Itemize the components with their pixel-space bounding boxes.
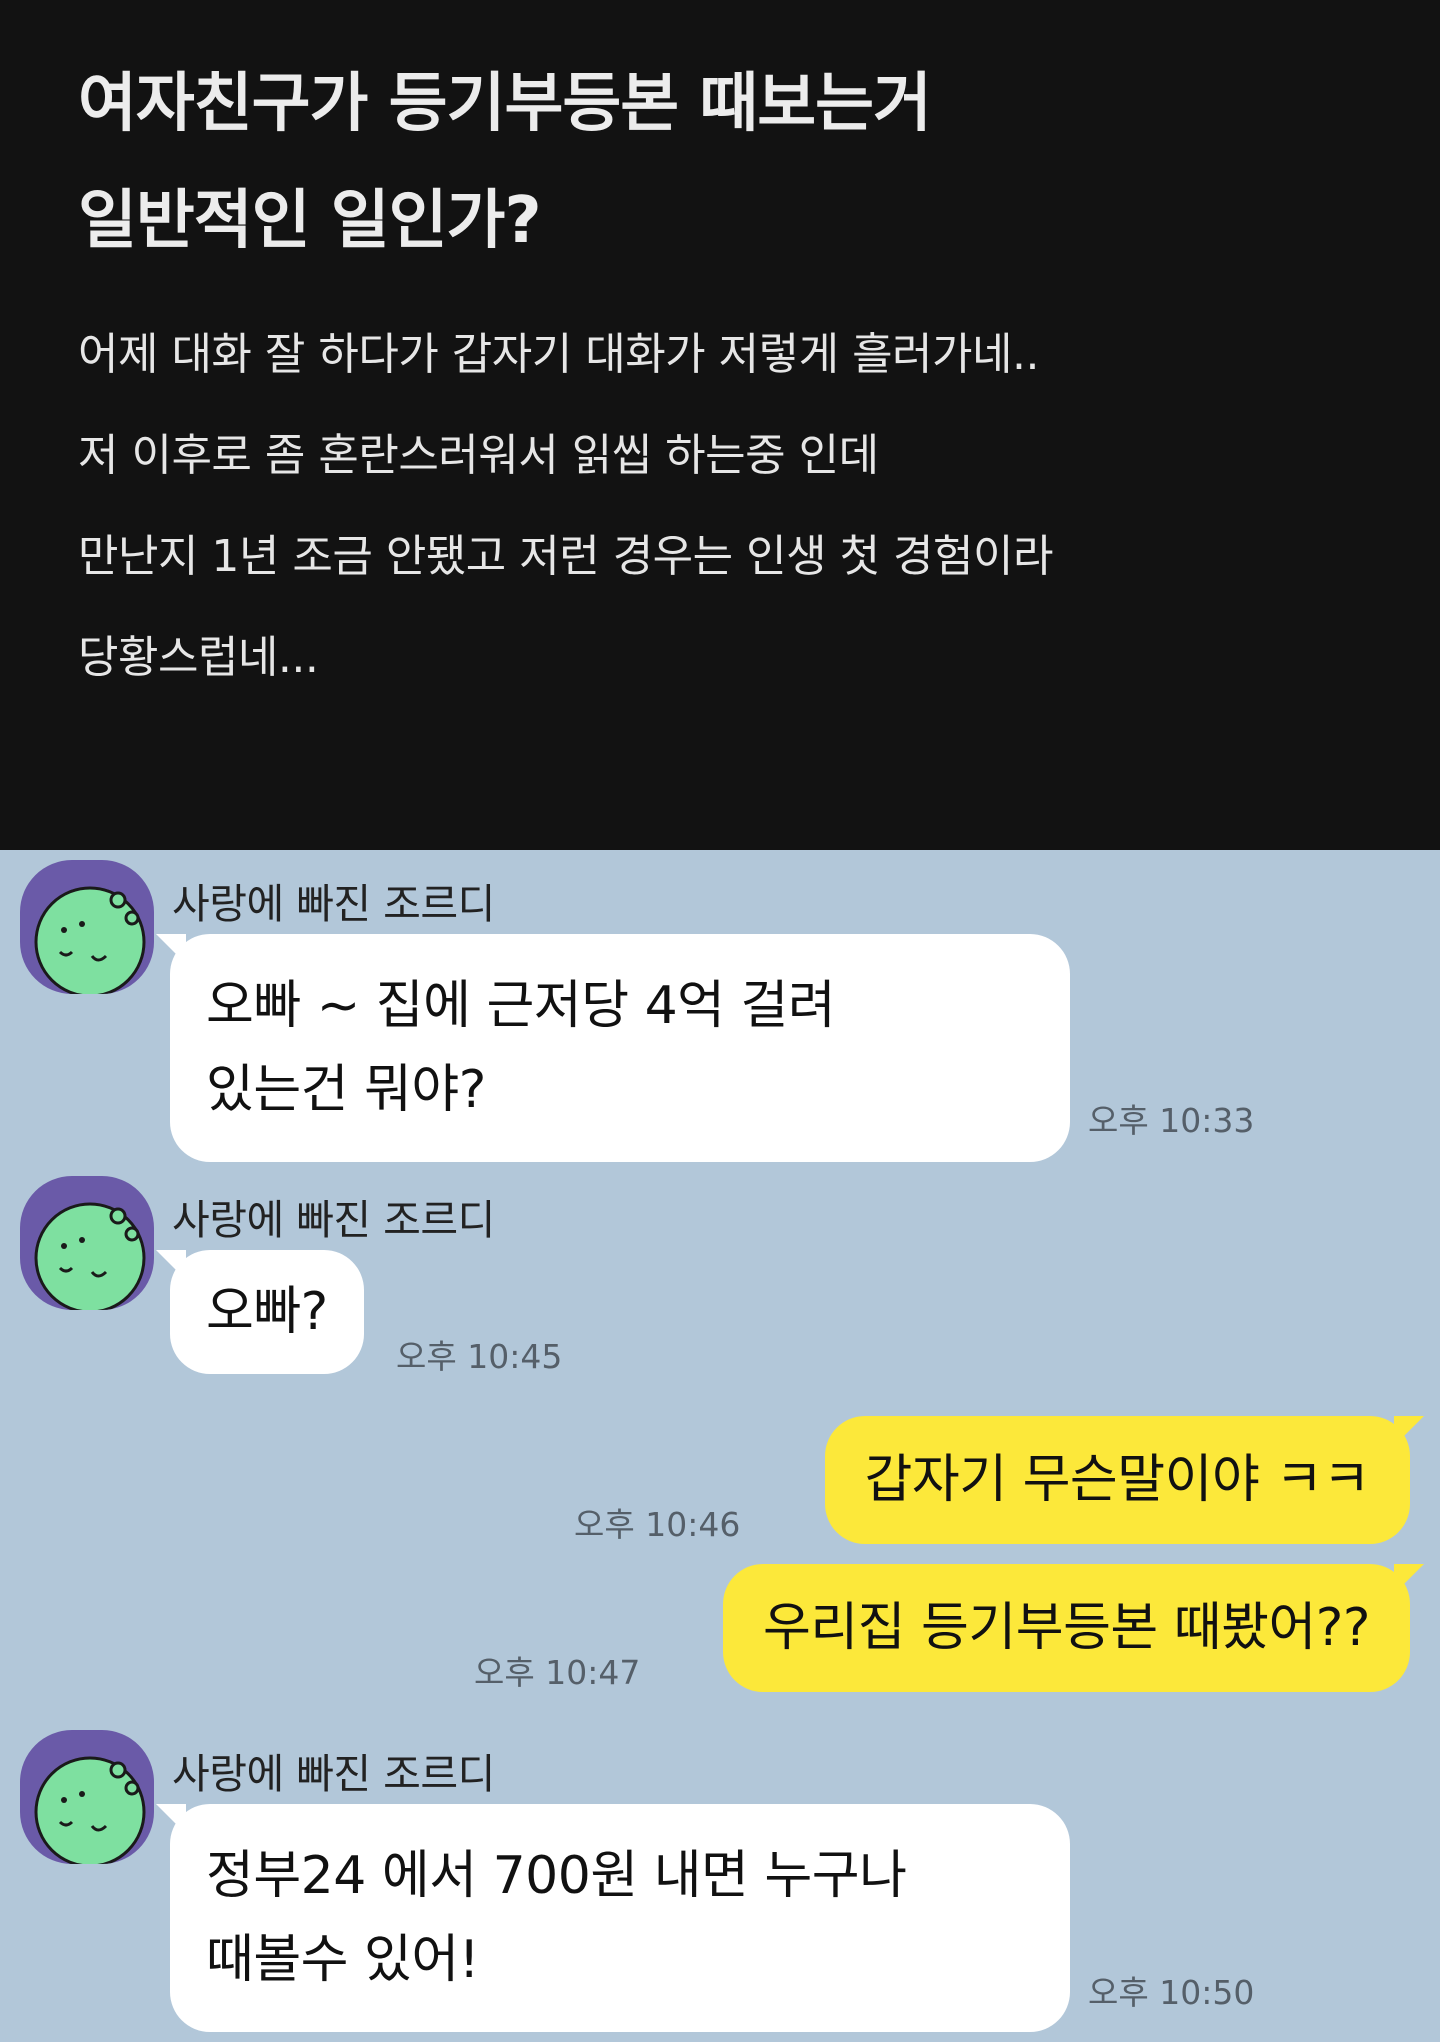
post-title-line: 일반적인 일인가? <box>78 184 542 258</box>
message-timestamp: 오후 10:46 <box>574 1505 741 1544</box>
sender-avatar[interactable] <box>20 1176 154 1310</box>
post-body-line: 만난지 1년 조금 안됐고 저런 경우는 인생 첫 경험이라 <box>78 531 1053 582</box>
post-card: 여자친구가 등기부등본 때보는거 일반적인 일인가? 어제 대화 잘 하다가 갑… <box>0 0 1440 850</box>
jordy-dinosaur-icon <box>34 1202 146 1310</box>
jordy-dinosaur-icon <box>34 886 146 994</box>
post-title: 여자친구가 등기부등본 때보는거 일반적인 일인가? <box>78 46 1378 280</box>
sender-name: 사랑에 빠진 조르디 <box>172 1196 495 1244</box>
message-text-line: 우리집 등기부등본 때봤어?? <box>763 1598 1371 1658</box>
outgoing-message-bubble[interactable]: 갑자기 무슨말이야 ㅋㅋ <box>824 1416 1425 1544</box>
message-text-line: 정부24 에서 700원 내면 누구나 <box>206 1846 907 1906</box>
message-text-line: 오빠 ~ 집에 근저당 4억 걸려 <box>206 976 836 1036</box>
message-text-line: 갑자기 무슨말이야 ㅋㅋ <box>864 1450 1371 1510</box>
message-timestamp: 오후 10:47 <box>474 1653 641 1692</box>
sender-name: 사랑에 빠진 조르디 <box>172 880 495 928</box>
message-timestamp: 오후 10:45 <box>396 1337 563 1376</box>
jordy-dinosaur-icon <box>34 1756 146 1864</box>
post-title-line: 여자친구가 등기부등본 때보는거 <box>78 67 932 141</box>
message-timestamp: 오후 10:33 <box>1088 1101 1255 1140</box>
message-text-line: 있는건 뭐야? <box>206 1060 486 1120</box>
message-text-line: 오빠? <box>206 1282 328 1342</box>
chat-screenshot: 사랑에 빠진 조르디 오빠 ~ 집에 근저당 4억 걸려 있는건 뭐야? 오후 … <box>0 850 1440 2042</box>
message-timestamp: 오후 10:50 <box>1088 1973 1255 2012</box>
post-body-line: 당황스럽네... <box>78 632 319 683</box>
incoming-message-bubble[interactable]: 오빠 ~ 집에 근저당 4억 걸려 있는건 뭐야? <box>156 934 1070 1162</box>
post-body: 어제 대화 잘 하다가 갑자기 대화가 저렇게 흘러가네.. 저 이후로 좀 혼… <box>78 304 1398 708</box>
sender-name: 사랑에 빠진 조르디 <box>172 1750 495 1798</box>
incoming-message-bubble[interactable]: 오빠? <box>156 1250 364 1374</box>
post-body-line: 어제 대화 잘 하다가 갑자기 대화가 저렇게 흘러가네.. <box>78 329 1039 380</box>
sender-avatar[interactable] <box>20 860 154 994</box>
outgoing-message-bubble[interactable]: 우리집 등기부등본 때봤어?? <box>723 1564 1424 1692</box>
incoming-message-bubble[interactable]: 정부24 에서 700원 내면 누구나 때볼수 있어! <box>156 1804 1070 2032</box>
message-text-line: 때볼수 있어! <box>206 1930 480 1990</box>
sender-avatar[interactable] <box>20 1730 154 1864</box>
post-body-line: 저 이후로 좀 혼란스러워서 읽씹 하는중 인데 <box>78 430 879 481</box>
